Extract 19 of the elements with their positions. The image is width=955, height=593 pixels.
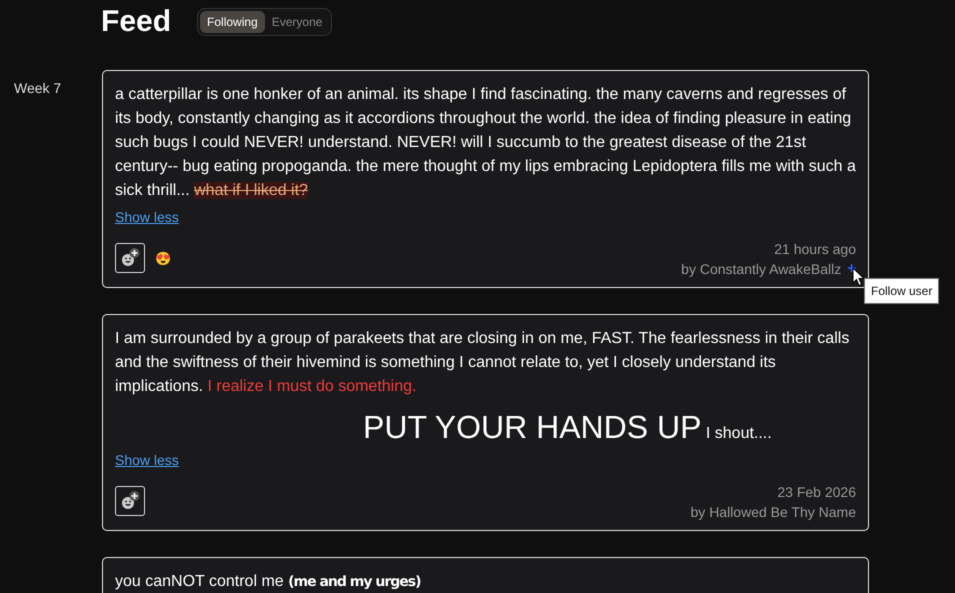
- post-text: a catterpillar is one honker of an animal. its shape I find fascinating. the many caverns and regresses of its body, constantly changing as it accordions throughout the world. the idea of finding pleasure in eating such bugs I could NEVER! understand. NEVER! will I succumb to the greatest disease of the 21st century-- bug eating propoganda. the mere thought of my lips embracing Lepidoptera fills me with such a sick thrill... what if I liked it?: [115, 85, 856, 201]
- show-less-link[interactable]: Show less: [115, 209, 179, 225]
- show-less-link[interactable]: Show less: [115, 452, 179, 468]
- feed-tab[interactable]: Following: [200, 11, 265, 33]
- page-title: Feed: [101, 5, 172, 39]
- post-time: 23 Feb 2026: [777, 484, 856, 500]
- post-author: by Constantly AwakeBallz: [681, 261, 842, 277]
- smiley-plus-icon: [119, 490, 141, 512]
- tooltip: Follow user: [864, 278, 940, 304]
- feed-tab[interactable]: Everyone: [264, 11, 330, 33]
- post-text: you canNOT control me (me and my urges): [115, 572, 422, 592]
- reaction[interactable]: 😍: [155, 250, 171, 266]
- add-reaction-button[interactable]: [115, 243, 145, 273]
- smiley-plus-icon: [119, 247, 141, 269]
- week-label: Week 7: [14, 80, 62, 96]
- post-author: by Hallowed Be Thy Name: [690, 504, 856, 520]
- add-reaction-button[interactable]: [115, 486, 145, 516]
- post-time: 21 hours ago: [774, 241, 856, 257]
- post-text: I am surrounded by a group of parakeets that are closing in on me, FAST. The fearlessness in their calls and the swiftness of their hivemind is something I cannot relate to, yet I closely understand its implications. I realize I must do something. PUT YOUR HANDS UP I shout....: [115, 329, 850, 446]
